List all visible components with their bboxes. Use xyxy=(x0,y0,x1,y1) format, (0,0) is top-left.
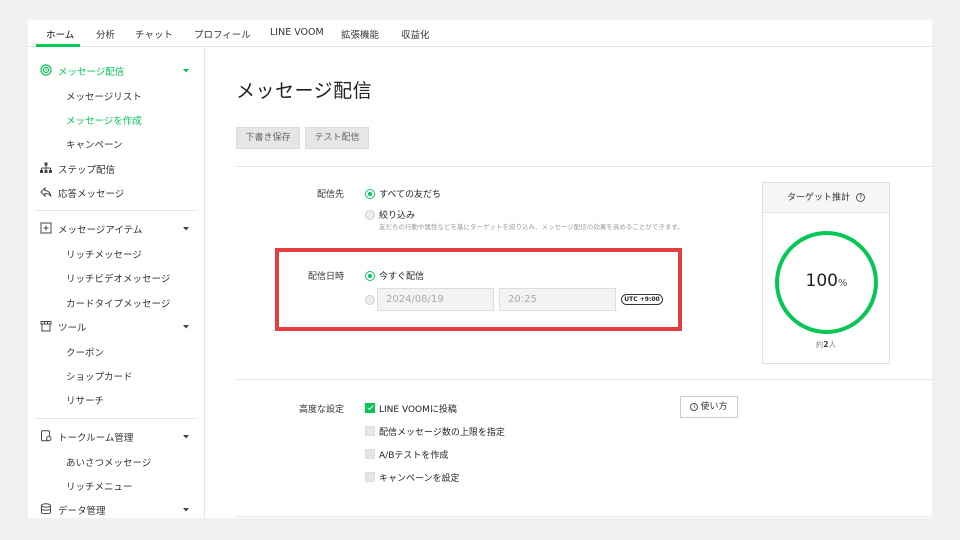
estimate-ring: 100% xyxy=(775,231,878,334)
shop-icon xyxy=(40,321,52,332)
info-icon: i xyxy=(690,402,699,411)
tab-home[interactable]: ホーム xyxy=(46,27,74,41)
howto-button[interactable]: i 使い方 xyxy=(680,396,738,418)
tab-extensions[interactable]: 拡張機能 xyxy=(341,27,379,41)
option-voom: LINE VOOMに投稿 xyxy=(379,405,457,415)
hierarchy-icon xyxy=(40,162,52,173)
sidebar-divider xyxy=(34,210,198,211)
talkroom-icon xyxy=(41,430,52,442)
chevron-down-icon[interactable] xyxy=(182,68,190,74)
sidebar-item-coupon[interactable]: クーポン xyxy=(66,345,104,359)
option-all-friends: すべての友だち xyxy=(379,190,442,200)
checkbox-ab-test[interactable] xyxy=(365,449,375,459)
chevron-down-icon[interactable] xyxy=(182,324,190,330)
audience-label: 配信先 xyxy=(316,190,344,200)
page-title: メッセージ配信 xyxy=(236,80,373,102)
section-divider xyxy=(236,516,932,517)
estimate-count: 約2人 xyxy=(815,340,837,349)
active-tab-indicator xyxy=(36,44,80,47)
sidebar-item-data[interactable]: データ管理 xyxy=(58,503,106,517)
sidebar-item-shop-card[interactable]: ショップカード xyxy=(66,369,133,383)
sidebar-item-rich-video[interactable]: リッチビデオメッセージ xyxy=(66,271,170,285)
sidebar-item-rich-message[interactable]: リッチメッセージ xyxy=(66,247,142,261)
filter-hint: 友だちの行動や属性などを基にターゲットを絞り込み、メッセージ配信の効果を高めるこ… xyxy=(379,223,684,231)
top-nav: ホーム 分析 チャット プロフィール LINE VOOM 拡張機能 収益化 xyxy=(28,20,932,47)
advanced-label: 高度な設定 xyxy=(298,405,344,415)
target-estimate-header: ターゲット推計 ? xyxy=(763,183,889,213)
database-icon xyxy=(41,503,51,515)
chevron-down-icon[interactable] xyxy=(182,507,190,513)
target-estimate-card: ターゲット推計 ? 100% 約2人 xyxy=(762,182,890,364)
sidebar-item-research[interactable]: リサーチ xyxy=(66,393,104,407)
sidebar-item-message-create[interactable]: メッセージを作成 xyxy=(66,113,142,127)
sidebar-item-greeting[interactable]: あいさつメッセージ xyxy=(66,455,151,469)
tab-profile[interactable]: プロフィール xyxy=(194,27,251,41)
plus-square-icon xyxy=(40,222,52,234)
reply-icon xyxy=(40,186,52,198)
tab-line-voom[interactable]: LINE VOOM xyxy=(270,27,324,38)
sidebar-divider xyxy=(34,418,198,419)
radio-filter[interactable] xyxy=(365,210,375,220)
option-filter: 絞り込み xyxy=(379,211,416,221)
sidebar-item-campaign[interactable]: キャンペーン xyxy=(66,137,123,151)
checkbox-campaign[interactable] xyxy=(365,472,375,482)
radio-all-friends[interactable] xyxy=(365,189,375,199)
tab-analytics[interactable]: 分析 xyxy=(96,27,115,41)
sidebar-item-step[interactable]: ステップ配信 xyxy=(58,162,115,176)
sidebar-item-rich-menu[interactable]: リッチメニュー xyxy=(66,479,133,493)
target-icon xyxy=(40,64,52,76)
sidebar-item-message-items[interactable]: メッセージアイテム xyxy=(58,222,142,236)
save-draft-button[interactable]: 下書き保存 xyxy=(236,127,300,149)
chevron-down-icon[interactable] xyxy=(182,434,190,440)
option-ab-test: A/Bテストを作成 xyxy=(379,451,449,461)
estimate-percent: 100% xyxy=(805,271,848,291)
tab-monetization[interactable]: 収益化 xyxy=(401,27,430,41)
section-divider xyxy=(236,379,932,380)
sidebar-item-talkroom[interactable]: トークルーム管理 xyxy=(58,430,133,444)
chevron-down-icon[interactable] xyxy=(182,226,190,232)
option-campaign: キャンペーンを設定 xyxy=(379,474,460,484)
sidebar-item-card-type[interactable]: カードタイプメッセージ xyxy=(66,296,170,310)
tab-chat[interactable]: チャット xyxy=(135,27,173,41)
option-limit: 配信メッセージ数の上限を指定 xyxy=(379,428,505,438)
sidebar-item-message-delivery[interactable]: メッセージ配信 xyxy=(58,64,124,78)
test-send-button[interactable]: テスト配信 xyxy=(305,127,369,149)
sidebar-item-message-list[interactable]: メッセージリスト xyxy=(66,89,142,103)
highlight-box xyxy=(275,248,682,331)
sidebar-item-reply[interactable]: 応答メッセージ xyxy=(58,186,124,200)
section-divider xyxy=(236,166,932,167)
checkbox-voom[interactable] xyxy=(365,403,375,413)
help-icon[interactable]: ? xyxy=(855,193,865,202)
checkbox-limit[interactable] xyxy=(365,426,375,436)
sidebar-item-tools[interactable]: ツール xyxy=(58,320,87,334)
sidebar: メッセージ配信 メッセージリスト メッセージを作成 キャンペーン ステップ配信 … xyxy=(28,48,205,518)
target-estimate-title: ターゲット推計 xyxy=(787,193,851,203)
